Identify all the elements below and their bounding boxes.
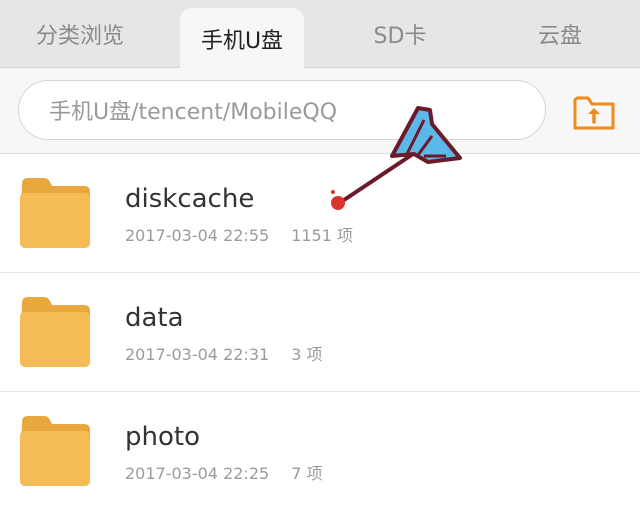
list-item[interactable]: data 2017-03-04 22:31 3 项 xyxy=(0,273,640,392)
tab-sd-card[interactable]: SD卡 xyxy=(320,0,480,68)
arrow-annotation-icon xyxy=(331,106,462,210)
folder-name: photo xyxy=(125,422,200,452)
tab-category-browse[interactable]: 分类浏览 xyxy=(0,0,160,68)
folder-name: data xyxy=(125,303,184,333)
folder-date: 2017-03-04 22:55 xyxy=(125,226,270,245)
folder-meta: 2017-03-04 22:55 1151 项 xyxy=(125,222,353,246)
folder-name: diskcache xyxy=(125,184,255,214)
folder-meta: 2017-03-04 22:25 7 项 xyxy=(125,460,322,484)
folder-item-count: 1151 项 xyxy=(291,226,353,245)
tab-phone-storage[interactable]: 手机U盘 xyxy=(180,8,304,69)
folder-up-icon xyxy=(573,96,615,130)
list-item[interactable]: photo 2017-03-04 22:25 7 项 xyxy=(0,392,640,509)
folder-date: 2017-03-04 22:31 xyxy=(125,345,270,364)
folder-item-count: 3 项 xyxy=(291,345,323,364)
folder-icon xyxy=(20,297,90,367)
tab-bar: 分类浏览 手机U盘 SD卡 云盘 xyxy=(0,0,640,69)
tab-cloud[interactable]: 云盘 xyxy=(480,0,640,68)
folder-icon xyxy=(20,416,90,486)
up-directory-button[interactable] xyxy=(572,92,616,132)
folder-date: 2017-03-04 22:25 xyxy=(125,464,270,483)
folder-item-count: 7 项 xyxy=(291,464,323,483)
folder-icon xyxy=(20,178,90,248)
folder-meta: 2017-03-04 22:31 3 项 xyxy=(125,341,322,365)
